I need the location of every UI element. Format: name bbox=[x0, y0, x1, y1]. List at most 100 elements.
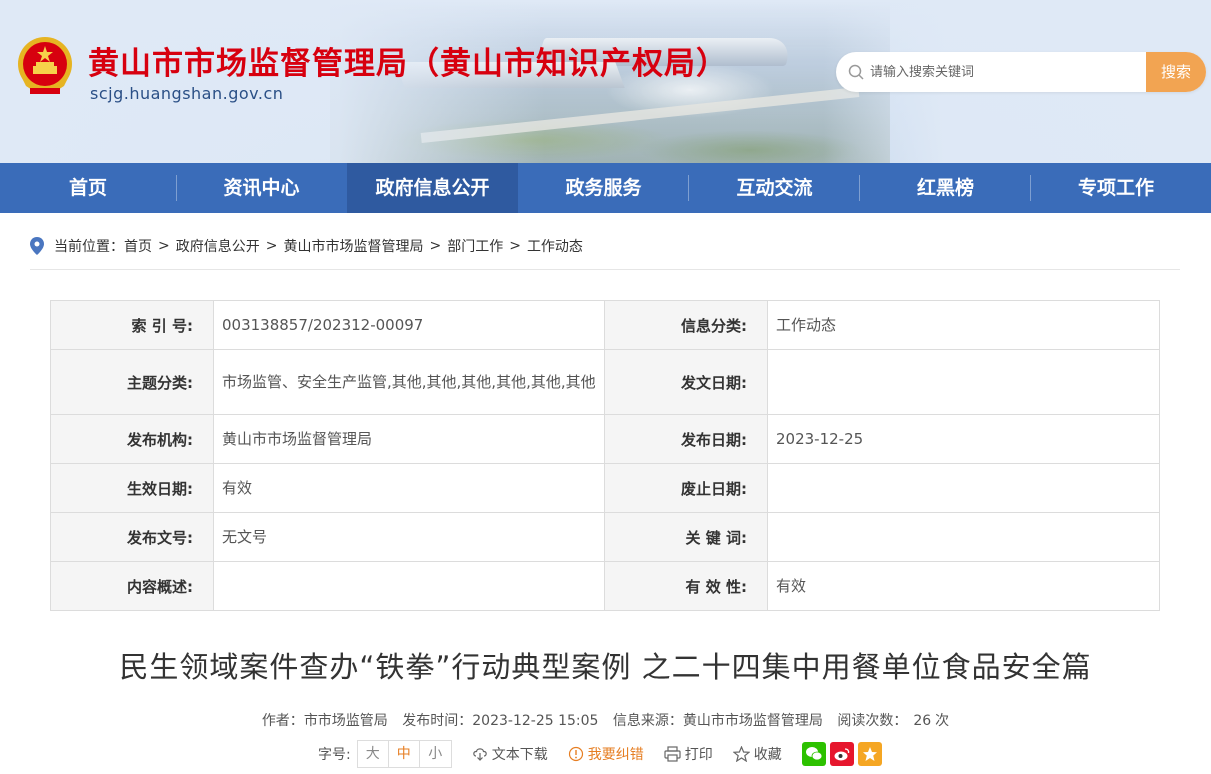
qzone-star-icon bbox=[862, 747, 877, 761]
site-title: 黄山市市场监督管理局（黄山市知识产权局） bbox=[88, 46, 728, 82]
reads-value: 26 bbox=[913, 713, 932, 729]
download-icon bbox=[472, 748, 487, 761]
keywords-label: 关 键 词: bbox=[604, 512, 768, 562]
index-no-label: 索 引 号: bbox=[50, 300, 214, 350]
breadcrumb-prefix: 当前位置： bbox=[54, 238, 124, 255]
nav-item-home[interactable]: 首页 bbox=[0, 163, 176, 213]
download-button[interactable]: 文本下载 bbox=[472, 744, 548, 764]
font-size-group: 大 中 小 bbox=[356, 740, 452, 768]
breadcrumb-separator: > bbox=[158, 237, 170, 254]
table-row: 主题分类: 市场监管、安全生产监管,其他,其他,其他,其他,其他,其他 发文日期… bbox=[50, 349, 1160, 415]
author-field: 作者：市市场监管局 bbox=[262, 713, 388, 729]
nav-item-services[interactable]: 政务服务 bbox=[518, 163, 689, 213]
nav-item-red-black-list[interactable]: 红黑榜 bbox=[860, 163, 1031, 213]
font-size-small-button[interactable]: 小 bbox=[420, 741, 451, 767]
qzone-share-button[interactable] bbox=[857, 742, 882, 766]
nav-item-special-work[interactable]: 专项工作 bbox=[1031, 163, 1201, 213]
search-button[interactable]: 搜索 bbox=[1146, 52, 1206, 92]
category-label: 信息分类: bbox=[604, 300, 768, 350]
category-value: 工作动态 bbox=[767, 300, 1160, 350]
summary-value bbox=[213, 561, 605, 611]
breadcrumb-work-news[interactable]: 工作动态 bbox=[527, 236, 583, 256]
publish-date-value: 2023-12-25 bbox=[767, 414, 1160, 464]
topic-label: 主题分类: bbox=[50, 349, 214, 415]
author-label: 作者： bbox=[261, 713, 304, 729]
breadcrumb-home[interactable]: 首页 bbox=[124, 236, 152, 256]
nav-divider bbox=[176, 175, 177, 201]
table-row: 发布机构: 黄山市市场监督管理局 发布日期: 2023-12-25 bbox=[50, 414, 1160, 464]
favorite-label: 收藏 bbox=[753, 747, 782, 763]
effective-date-value: 有效 bbox=[213, 463, 605, 513]
breadcrumb-gov-info[interactable]: 政府信息公开 bbox=[176, 236, 260, 256]
publisher-label: 发布机构: bbox=[50, 414, 214, 464]
info-table: 索 引 号: 003138857/202312-00097 信息分类: 工作动态… bbox=[50, 300, 1160, 611]
search-icon bbox=[848, 64, 864, 80]
nav-item-interaction[interactable]: 互动交流 bbox=[689, 163, 860, 213]
font-size-medium-button[interactable]: 中 bbox=[389, 741, 420, 767]
validity-value: 有效 bbox=[767, 561, 1160, 611]
abolish-date-value bbox=[767, 463, 1160, 513]
wechat-share-button[interactable] bbox=[801, 742, 826, 766]
correct-label: 我要纠错 bbox=[587, 747, 644, 763]
effective-date-label: 生效日期: bbox=[50, 463, 214, 513]
table-row: 索 引 号: 003138857/202312-00097 信息分类: 工作动态 bbox=[50, 300, 1160, 350]
keywords-value bbox=[767, 512, 1160, 562]
doc-no-value: 无文号 bbox=[213, 512, 605, 562]
search-input[interactable] bbox=[870, 52, 1146, 92]
breadcrumb-separator: > bbox=[265, 237, 278, 254]
reads-field: 阅读次数： 26 次 bbox=[837, 713, 949, 729]
download-label: 文本下载 bbox=[491, 747, 548, 763]
table-row: 内容概述: 有 效 性: 有效 bbox=[50, 561, 1160, 611]
error-report-icon bbox=[568, 746, 583, 762]
topic-value: 市场监管、安全生产监管,其他,其他,其他,其他,其他,其他 bbox=[213, 349, 605, 415]
weibo-share-button[interactable] bbox=[829, 742, 854, 766]
source-field: 信息来源：黄山市市场监督管理局 bbox=[613, 713, 823, 729]
validity-label: 有 效 性: bbox=[604, 561, 768, 611]
publish-date-label: 发布日期: bbox=[604, 414, 768, 464]
breadcrumb: 当前位置： 首页 > 政府信息公开 > 黄山市市场监督管理局 > 部门工作 > … bbox=[30, 222, 1180, 270]
national-emblem-icon bbox=[18, 37, 72, 94]
print-label: 打印 bbox=[684, 747, 713, 763]
reads-label: 阅读次数： bbox=[837, 713, 908, 729]
header-banner: 黄山市市场监督管理局（黄山市知识产权局） scjg.huangshan.gov.… bbox=[0, 0, 1211, 163]
publisher-value: 黄山市市场监督管理局 bbox=[213, 414, 605, 464]
doc-date-label: 发文日期: bbox=[604, 349, 768, 415]
nav-item-news[interactable]: 资讯中心 bbox=[176, 163, 347, 213]
share-group bbox=[801, 742, 886, 766]
weibo-icon bbox=[834, 748, 849, 761]
nav-divider bbox=[1030, 175, 1031, 201]
table-row: 生效日期: 有效 废止日期: bbox=[50, 463, 1160, 513]
article-meta: 作者：市市场监管局 发布时间：2023-12-25 15:05 信息来源：黄山市… bbox=[0, 710, 1211, 730]
font-size-large-button[interactable]: 大 bbox=[358, 741, 389, 767]
doc-date-value bbox=[767, 349, 1160, 415]
print-icon bbox=[664, 746, 681, 762]
star-icon bbox=[732, 746, 750, 762]
nav-item-gov-info[interactable]: 政府信息公开 bbox=[347, 163, 518, 213]
nav-divider bbox=[859, 175, 860, 201]
correct-button[interactable]: 我要纠错 bbox=[568, 744, 644, 764]
favorite-button[interactable]: 收藏 bbox=[732, 744, 782, 764]
time-value: 2023-12-25 15:05 bbox=[472, 713, 599, 729]
source-value: 黄山市市场监督管理局 bbox=[682, 713, 823, 729]
breadcrumb-separator: > bbox=[509, 237, 521, 254]
time-label: 发布时间： bbox=[402, 713, 473, 729]
author-value: 市市场监管局 bbox=[303, 713, 388, 729]
time-field: 发布时间：2023-12-25 15:05 bbox=[402, 713, 598, 729]
table-row: 发布文号: 无文号 关 键 词: bbox=[50, 512, 1160, 562]
article-title: 民生领域案件查办“铁拳”行动典型案例 之二十四集中用餐单位食品安全篇 bbox=[119, 650, 1092, 684]
breadcrumb-bureau[interactable]: 黄山市市场监督管理局 bbox=[283, 236, 423, 256]
index-no-value: 003138857/202312-00097 bbox=[213, 300, 605, 350]
doc-no-label: 发布文号: bbox=[50, 512, 214, 562]
breadcrumb-dept-work[interactable]: 部门工作 bbox=[447, 236, 503, 256]
source-label: 信息来源： bbox=[612, 713, 683, 729]
nav-divider bbox=[688, 175, 689, 201]
location-pin-icon bbox=[30, 236, 44, 255]
reads-unit: 次 bbox=[935, 713, 950, 729]
main-nav: 首页 资讯中心 政府信息公开 政务服务 互动交流 红黑榜 专项工作 bbox=[0, 163, 1211, 213]
font-size-label: 字号: bbox=[318, 747, 351, 763]
breadcrumb-separator: > bbox=[429, 237, 442, 254]
print-button[interactable]: 打印 bbox=[664, 744, 713, 764]
site-domain: scjg.huangshan.gov.cn bbox=[90, 84, 284, 103]
article-tools: 字号: 大 中 小 文本下载 我要纠错 打印 收藏 bbox=[318, 740, 886, 768]
search-box: 搜索 bbox=[836, 52, 1206, 92]
